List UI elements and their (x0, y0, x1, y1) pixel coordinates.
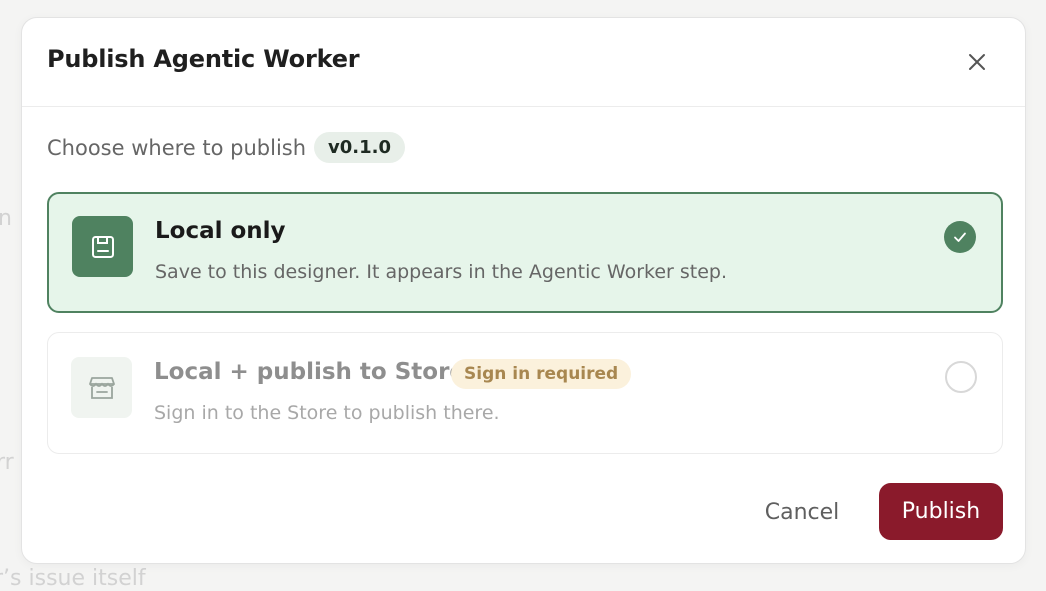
radio-unselected[interactable] (945, 361, 977, 393)
publish-dialog: Publish Agentic Worker Choose where to p… (21, 17, 1026, 564)
background-text-fragment: n (0, 206, 12, 231)
radio-selected[interactable] (944, 221, 976, 253)
close-button[interactable] (961, 46, 993, 78)
store-icon (71, 357, 132, 418)
check-icon (954, 232, 966, 242)
sign-in-required-badge: Sign in required (451, 359, 632, 389)
option-title: Local only (155, 218, 286, 244)
option-publish-to-store[interactable]: Local + publish to Store Sign in require… (47, 332, 1003, 454)
option-local-only[interactable]: Local only Save to this designer. It app… (47, 192, 1003, 313)
option-description: Sign in to the Store to publish there. (154, 402, 500, 424)
background-text-fragment: rr (0, 450, 14, 475)
background-text-fragment: r’s issue itself (0, 566, 146, 591)
cancel-button[interactable]: Cancel (744, 484, 860, 540)
option-title: Local + publish to Store (154, 359, 466, 385)
publish-target-row: Choose where to publish v0.1.0 (47, 132, 406, 163)
publish-target-label: Choose where to publish (47, 135, 307, 160)
save-icon (72, 216, 133, 277)
close-icon (969, 54, 985, 70)
dialog-header: Publish Agentic Worker (22, 18, 1025, 107)
option-description: Save to this designer. It appears in the… (155, 261, 728, 283)
dialog-title: Publish Agentic Worker (47, 45, 360, 73)
version-badge: v0.1.0 (314, 132, 406, 163)
publish-button[interactable]: Publish (879, 483, 1003, 540)
